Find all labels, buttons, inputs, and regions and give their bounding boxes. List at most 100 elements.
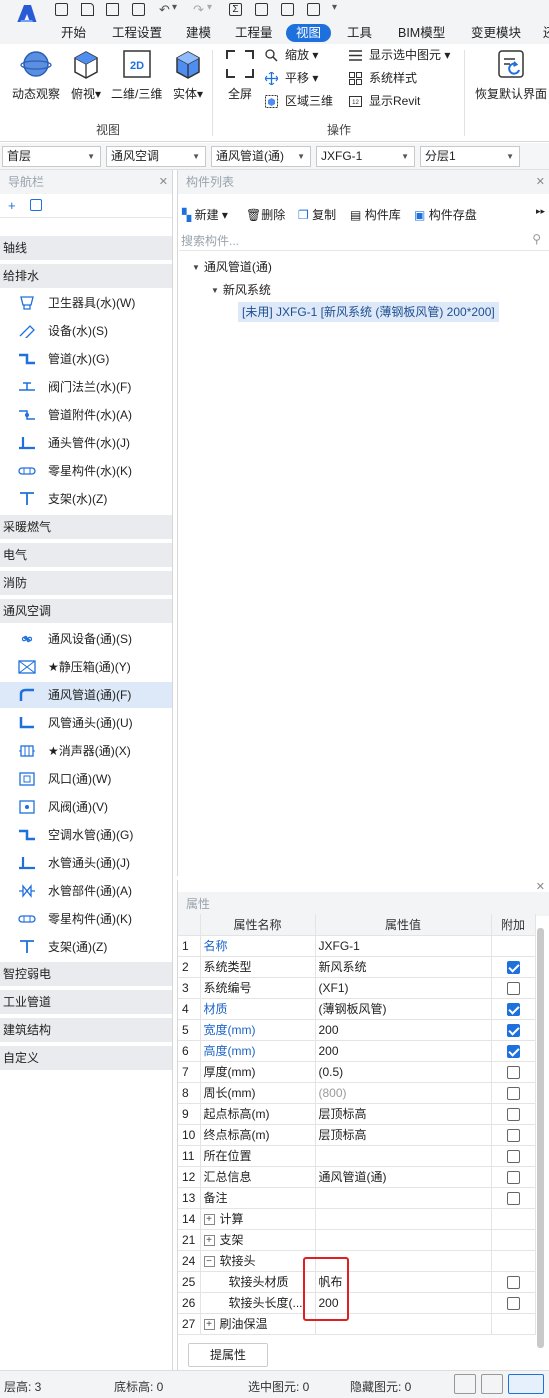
nav-item-air-duct[interactable]: 通风管道(通)(F) [0,682,172,708]
new-button[interactable]: ▚ 新建 ▾ [182,206,228,223]
nav-item-air-valve[interactable]: 风阀(通)(V) [0,794,172,820]
table-row[interactable]: 25 软接头材质 帆布 [178,1271,536,1293]
extra-checkbox[interactable] [506,1065,520,1079]
table-row[interactable]: 5 宽度(mm) 200 [178,1019,536,1041]
property-value[interactable]: 层顶标高 [315,1103,492,1125]
fullscreen-button[interactable]: 全屏 [224,48,256,102]
floor-select[interactable]: 首层 ▼ [2,146,101,167]
nav-category-electric[interactable]: 电气 [0,543,172,567]
delete-button[interactable]: 🗑删除 [246,206,285,223]
save-icon[interactable] [55,3,68,16]
redo-dropdown-icon[interactable]: ▾ [207,3,215,13]
grid-icon[interactable] [255,3,268,16]
search-icon[interactable]: ⚲ [532,232,541,246]
nav-item-misc-water[interactable]: 零星构件(水)(K) [0,458,172,484]
more-icon[interactable]: ▾ [332,3,340,13]
extra-checkbox[interactable] [506,1023,520,1037]
property-value[interactable]: 通风管道(通) [315,1166,492,1188]
zoom-button[interactable]: 缩放 ▾ [265,46,318,64]
edit-icon[interactable] [30,199,42,211]
extra-checkbox[interactable] [506,1128,520,1142]
table-row[interactable]: 21 + 支架 [178,1229,536,1251]
tab-start[interactable]: 开始 [61,24,86,42]
scrollbar[interactable] [537,928,544,1348]
close-icon[interactable]: ✕ [536,170,545,194]
table-row[interactable]: 3 系统编号 (XF1) [178,977,536,999]
extract-properties-button[interactable]: 提属性 [188,1343,268,1367]
extra-checkbox[interactable] [506,1191,520,1205]
discipline-select[interactable]: 通风空调 ▼ [106,146,206,167]
nav-item-bracket-water[interactable]: 支架(水)(Z) [0,486,172,512]
nav-item-ac-water-pipe[interactable]: 空调水管(通)(G) [0,822,172,848]
extra-checkbox[interactable] [506,1002,520,1016]
table-row[interactable]: 9 起点标高(m) 层顶标高 [178,1103,536,1125]
component-type-select[interactable]: 通风管道(通) ▼ [211,146,311,167]
collapse-icon[interactable]: − [203,1256,215,1268]
property-value[interactable]: (XF1) [315,977,492,999]
table-row[interactable]: 26 软接头长度(... 200 [178,1292,536,1314]
nav-item-equipment-water[interactable]: 设备(水)(S) [0,318,172,344]
extra-checkbox[interactable] [506,981,520,995]
close-icon[interactable]: ✕ [536,880,545,893]
tab-quantity[interactable]: 工程量 [235,24,273,42]
layout-icon[interactable] [281,3,294,16]
table-row[interactable]: 8 周长(mm) (800) [178,1082,536,1104]
top-view-button[interactable]: 俯视▾ [70,48,102,102]
grid-snap-icon[interactable] [454,1374,476,1394]
nav-item-misc-hvac[interactable]: 零星构件(通)(K) [0,906,172,932]
table-row[interactable]: 27 + 刷油保温 [178,1313,536,1335]
nav-item-fitting-water[interactable]: 通头管件(水)(J) [0,430,172,456]
extra-checkbox[interactable] [506,1275,520,1289]
tab-more[interactable]: 还 [543,24,549,42]
table-row[interactable]: 14 + 计算 [178,1208,536,1230]
close-icon[interactable]: ✕ [159,170,168,194]
table-row[interactable]: 13 备注 [178,1187,536,1209]
system-style-button[interactable]: 系统样式 [349,69,417,87]
property-value[interactable] [315,1145,492,1167]
extra-checkbox[interactable] [506,1170,520,1184]
tab-project-settings[interactable]: 工程设置 [112,24,162,42]
property-value[interactable]: JXFG-1 [315,935,492,957]
property-value[interactable]: 200 [315,1040,492,1062]
table-row[interactable]: 1 名称 JXFG-1 [178,935,536,957]
extra-checkbox[interactable] [506,960,520,974]
nav-category-structure[interactable]: 建筑结构 [0,1018,172,1042]
add-icon[interactable]: + [8,198,16,213]
expand-icon[interactable]: + [203,1235,215,1247]
layer-select[interactable]: 分层1 ▼ [420,146,520,167]
tree-root[interactable]: ▼ 通风管道(通) [192,258,272,275]
component-select[interactable]: JXFG-1 ▼ [316,146,415,167]
component-search-input[interactable]: 搜索构件... [179,231,549,251]
library-button[interactable]: ▤ 构件库 [350,206,401,223]
nav-item-sanitary[interactable]: 卫生器具(水)(W) [0,290,172,316]
table-row[interactable]: 11 所在位置 [178,1145,536,1167]
save-component-button[interactable]: ▣ 构件存盘 [414,206,477,223]
tree-leaf-component[interactable]: [未用] JXFG-1 [新风系统 (薄钢板风管) 200*200] [238,302,499,322]
nav-item-pipe-accessory-water[interactable]: 管道附件(水)(A) [0,402,172,428]
show-selected-button[interactable]: 显示选中图元 ▾ [349,46,450,64]
property-value[interactable]: 新风系统 [315,956,492,978]
extra-checkbox[interactable] [506,1107,520,1121]
nav-item-hvac-equipment[interactable]: 通风设备(通)(S) [0,626,172,652]
nav-item-pipe-water[interactable]: 管道(水)(G) [0,346,172,372]
nav-item-bracket-hvac[interactable]: 支架(通)(Z) [0,934,172,960]
extra-checkbox[interactable] [506,1149,520,1163]
table-row[interactable]: 2 系统类型 新风系统 [178,956,536,978]
disk-icon[interactable] [132,3,145,16]
copy-view-icon[interactable] [307,3,320,16]
tab-tools[interactable]: 工具 [347,24,372,42]
nav-category-axis[interactable]: 轴线 [0,236,172,260]
open-folder-icon[interactable] [106,3,119,16]
table-row[interactable]: 6 高度(mm) 200 [178,1040,536,1062]
nav-item-silencer[interactable]: ★消声器(通)(X) [0,738,172,764]
select-mode-icon[interactable] [508,1374,544,1394]
property-value[interactable]: (薄钢板风管) [315,998,492,1020]
pan-button[interactable]: 平移 ▾ [264,69,318,87]
property-value[interactable]: 层顶标高 [315,1124,492,1146]
solid-button[interactable]: 实体▾ [172,48,204,102]
2d-3d-button[interactable]: 2D 二维/三维 [111,48,162,102]
tab-bim-model[interactable]: BIM模型 [398,24,445,42]
show-revit-button[interactable]: 12 显示Revit [349,92,420,110]
table-row[interactable]: 24− 软接头 [178,1250,536,1272]
undo-dropdown-icon[interactable]: ▾ [172,3,180,13]
